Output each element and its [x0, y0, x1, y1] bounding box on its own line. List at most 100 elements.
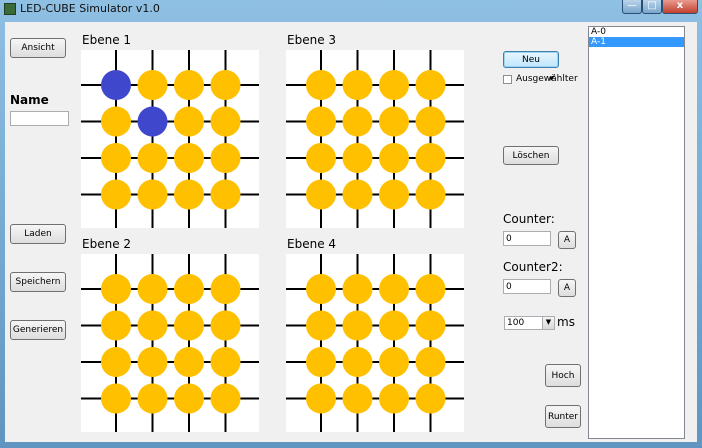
chevron-down-icon[interactable]: ▼	[542, 317, 554, 329]
layer-grid-4	[286, 254, 464, 432]
hoch-button[interactable]: Hoch	[545, 364, 581, 387]
led-off[interactable]	[415, 70, 446, 100]
led-off[interactable]	[210, 347, 241, 377]
app-window: LED-CUBE Simulator v1.0 — □ x Ansicht Na…	[0, 0, 702, 448]
led-off[interactable]	[137, 383, 168, 414]
maximize-icon: □	[647, 0, 657, 11]
speichern-button[interactable]: Speichern	[10, 272, 66, 292]
minimize-icon: —	[627, 0, 637, 11]
led-off[interactable]	[379, 106, 409, 137]
led-off[interactable]	[174, 310, 204, 341]
led-off[interactable]	[379, 274, 409, 304]
title-bar[interactable]: LED-CUBE Simulator v1.0 — □ x	[0, 0, 702, 18]
close-button[interactable]: x	[662, 0, 698, 14]
led-off[interactable]	[306, 347, 336, 377]
led-off[interactable]	[137, 274, 168, 304]
led-off[interactable]	[379, 179, 409, 210]
led-off[interactable]	[415, 383, 446, 414]
led-off[interactable]	[137, 179, 168, 210]
led-off[interactable]	[415, 347, 446, 377]
led-off[interactable]	[306, 383, 336, 414]
led-off[interactable]	[415, 310, 446, 341]
led-off[interactable]	[379, 70, 409, 100]
led-off[interactable]	[306, 179, 336, 210]
led-off[interactable]	[101, 347, 131, 377]
name-input[interactable]	[10, 111, 69, 126]
led-off[interactable]	[174, 70, 204, 100]
led-off[interactable]	[379, 383, 409, 414]
led-off[interactable]	[306, 274, 336, 304]
neu-button[interactable]: Neu	[503, 51, 559, 68]
generieren-button[interactable]: Generieren	[10, 320, 66, 340]
window-title: LED-CUBE Simulator v1.0	[20, 2, 160, 15]
led-off[interactable]	[342, 70, 373, 100]
led-off[interactable]	[174, 274, 204, 304]
led-off[interactable]	[210, 106, 241, 137]
ausgewaehlter-label: Ausgewählter	[516, 74, 578, 84]
led-off[interactable]	[342, 347, 373, 377]
led-off[interactable]	[174, 347, 204, 377]
runter-button[interactable]: Runter	[545, 405, 581, 428]
led-off[interactable]	[342, 106, 373, 137]
layer-label-1: Ebene 1	[82, 33, 132, 47]
speed-select[interactable]: 100 ▼	[504, 316, 555, 330]
led-off[interactable]	[101, 274, 131, 304]
led-off[interactable]	[306, 143, 336, 173]
list-item[interactable]: A-1	[589, 37, 684, 47]
led-off[interactable]	[306, 310, 336, 341]
counter2-input[interactable]	[503, 279, 551, 294]
led-off[interactable]	[210, 274, 241, 304]
led-off[interactable]	[379, 310, 409, 341]
led-off[interactable]	[101, 310, 131, 341]
list-item[interactable]: A-0	[589, 27, 684, 37]
led-off[interactable]	[174, 143, 204, 173]
led-off[interactable]	[306, 70, 336, 100]
led-off[interactable]	[101, 143, 131, 173]
led-off[interactable]	[174, 106, 204, 137]
led-off[interactable]	[342, 179, 373, 210]
loeschen-button[interactable]: Löschen	[503, 146, 559, 165]
led-off[interactable]	[210, 310, 241, 341]
led-off[interactable]	[415, 274, 446, 304]
led-off[interactable]	[210, 70, 241, 100]
led-off[interactable]	[342, 310, 373, 341]
minimize-button[interactable]: —	[622, 0, 642, 14]
led-off[interactable]	[101, 106, 131, 137]
led-off[interactable]	[415, 143, 446, 173]
led-off[interactable]	[379, 347, 409, 377]
speed-unit-label: ms	[557, 315, 575, 329]
led-off[interactable]	[342, 143, 373, 173]
animation-list[interactable]: A-0 A-1	[588, 26, 685, 439]
counter-a-button[interactable]: A	[558, 231, 576, 249]
led-off[interactable]	[137, 347, 168, 377]
led-off[interactable]	[342, 383, 373, 414]
led-on[interactable]	[137, 106, 168, 137]
counter2-a-button[interactable]: A	[558, 279, 576, 297]
led-off[interactable]	[210, 143, 241, 173]
led-off[interactable]	[306, 106, 336, 137]
led-off[interactable]	[210, 383, 241, 414]
maximize-button[interactable]: □	[642, 0, 662, 14]
led-off[interactable]	[415, 179, 446, 210]
led-on[interactable]	[101, 70, 131, 100]
led-off[interactable]	[137, 70, 168, 100]
led-off[interactable]	[415, 106, 446, 137]
led-off[interactable]	[137, 310, 168, 341]
led-grid-svg	[286, 50, 464, 228]
led-grid-svg	[81, 50, 259, 228]
led-off[interactable]	[101, 383, 131, 414]
layer-label-2: Ebene 2	[82, 237, 132, 251]
laden-button[interactable]: Laden	[10, 224, 66, 244]
layer-grid-2	[81, 254, 259, 432]
led-off[interactable]	[174, 179, 204, 210]
ausgewaehlter-checkbox[interactable]	[503, 75, 512, 84]
led-off[interactable]	[342, 274, 373, 304]
counter-input[interactable]	[503, 231, 551, 246]
led-off[interactable]	[379, 143, 409, 173]
led-off[interactable]	[174, 383, 204, 414]
ansicht-button[interactable]: Ansicht	[10, 38, 66, 58]
led-off[interactable]	[101, 179, 131, 210]
led-off[interactable]	[210, 179, 241, 210]
led-off[interactable]	[137, 143, 168, 173]
layer-grid-1	[81, 50, 259, 228]
